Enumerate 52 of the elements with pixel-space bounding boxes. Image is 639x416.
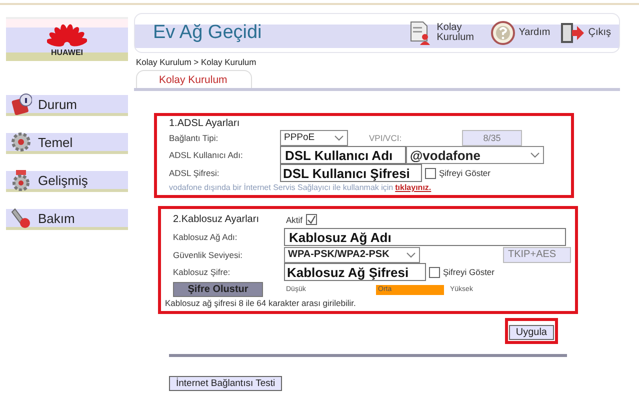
checkbox-label: Şifreyi Göster xyxy=(443,267,494,277)
check-icon xyxy=(306,215,316,224)
click-here-link[interactable]: tıklayınız. xyxy=(395,183,432,192)
encryption-field[interactable]: TKIP+AES xyxy=(503,246,571,262)
apply-button[interactable]: Uygula xyxy=(508,325,554,340)
sidebar-item[interactable]: Temel xyxy=(6,133,128,154)
connection-type-dropdown[interactable]: PPPoE xyxy=(280,130,348,146)
generate-password-button[interactable]: Şifre Olustur xyxy=(173,282,263,297)
connection-test-button[interactable]: İnternet Bağlantısı Testi xyxy=(169,376,282,391)
security-dropdown[interactable]: WPA-PSK/WPA2-PSK xyxy=(284,246,420,262)
field-label: Bağlantı Tipi: xyxy=(169,132,220,142)
field-label: ADSL Kullanıcı Adı: xyxy=(169,150,244,160)
network-name-field[interactable]: Kablosuz Ağ Adı xyxy=(284,228,566,246)
checkbox-label: Aktif xyxy=(286,214,303,224)
breadcrumb: Kolay Kurulum > Kolay Kurulum xyxy=(136,57,258,67)
domain-dropdown[interactable]: @vodafone xyxy=(406,146,544,164)
password-field[interactable]: DSL Kullanıcı Şifresi xyxy=(280,164,422,182)
field-label: Kablosuz Şifre: xyxy=(173,267,232,277)
page-title: Ev Ağ Geçidi xyxy=(153,22,262,44)
checkbox[interactable] xyxy=(306,214,317,225)
field-label: VPI/VCI: xyxy=(369,132,403,142)
gear-icon xyxy=(10,131,32,153)
logo-text: HUAWEI xyxy=(51,48,83,56)
flower-logo-icon xyxy=(47,24,87,48)
field-label: Kablosuz Ağ Adı: xyxy=(173,232,238,242)
field-label: Güvenlik Seviyesi: xyxy=(173,250,244,260)
checkbox[interactable] xyxy=(429,266,440,278)
header-link[interactable]: Çıkış xyxy=(588,28,611,38)
section-heading: 1.ADSL Ayarları xyxy=(169,118,241,129)
caret-icon xyxy=(406,252,416,258)
help-icon xyxy=(490,21,515,45)
section-heading: 2.Kablosuz Ayarları xyxy=(173,214,260,225)
checkbox[interactable] xyxy=(425,168,436,178)
sidebar-item[interactable]: Gelişmiş xyxy=(6,171,128,192)
header-link[interactable]: Kolay Kurulum xyxy=(436,22,481,44)
caret-icon xyxy=(530,152,540,158)
exit-icon xyxy=(560,21,584,45)
sidebar-item[interactable]: Bakım xyxy=(6,209,128,230)
checkbox-label: Şifreyi Göster xyxy=(439,168,490,178)
header-link[interactable]: Yardım xyxy=(518,28,550,38)
password-field[interactable]: Kablosuz Ağ Şifresi xyxy=(284,263,426,281)
caret-icon xyxy=(334,134,344,140)
field-label: ADSL Şifresi: xyxy=(169,168,220,178)
username-field[interactable]: DSL Kullanıcı Adı xyxy=(280,146,406,164)
sidebar-item[interactable]: Durum xyxy=(6,95,128,116)
wrench-icon xyxy=(10,207,32,229)
tab[interactable]: Kolay Kurulum xyxy=(136,70,252,88)
setup-wizard-icon xyxy=(408,21,433,45)
gears-icon xyxy=(10,169,32,191)
hint-text: Kablosuz ağ şifresi 8 ile 64 karakter arası girilebilir. xyxy=(165,298,357,308)
isp-note: vodafone dışında bir İnternet Servis Sağlayıcı ile kullanmak için xyxy=(169,183,394,192)
status-icon xyxy=(10,93,32,115)
